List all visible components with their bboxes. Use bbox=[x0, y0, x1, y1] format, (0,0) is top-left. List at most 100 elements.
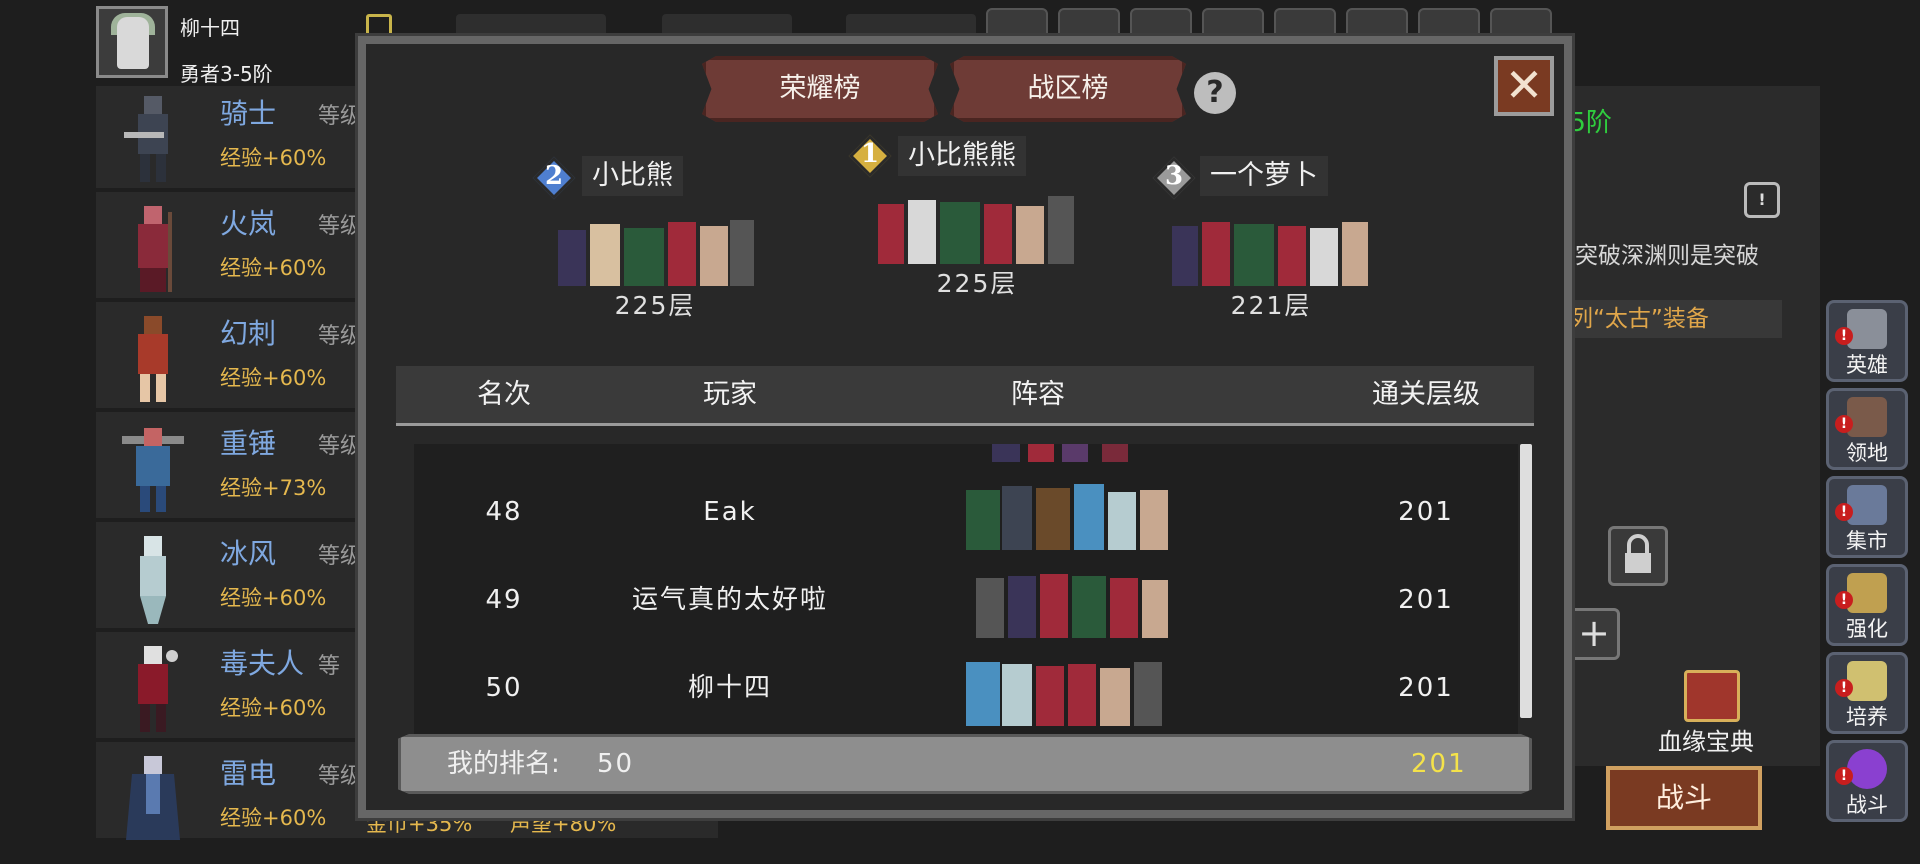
alert-badge: ! bbox=[1835, 679, 1853, 697]
side-menu-battle[interactable]: ! 战斗 bbox=[1826, 740, 1908, 822]
helmet-icon bbox=[1847, 309, 1887, 349]
row-rank: 48 bbox=[485, 497, 523, 527]
alert-badge: ! bbox=[1835, 767, 1853, 785]
side-menu-enhance[interactable]: ! 强化 bbox=[1826, 564, 1908, 646]
tab-glory-board[interactable]: 荣耀榜 bbox=[702, 56, 938, 122]
hero-exp-bonus: 经验+60% bbox=[220, 696, 327, 720]
bloodline-tome-icon[interactable] bbox=[1684, 670, 1740, 722]
side-menu-cultivate[interactable]: ! 培养 bbox=[1826, 652, 1908, 734]
hero-name: 火岚 bbox=[220, 207, 277, 240]
podium-floor: 221层 bbox=[1230, 291, 1312, 320]
hero-level-label: 等级 bbox=[318, 544, 363, 569]
alert-badge: ! bbox=[1835, 327, 1853, 345]
table-row[interactable]: 48 Eak 201 bbox=[414, 468, 1518, 556]
huolan-sprite-icon bbox=[138, 206, 172, 292]
help-icon[interactable]: ? bbox=[1194, 72, 1236, 114]
medal-silver-icon: 2 bbox=[532, 156, 576, 200]
lock-icon bbox=[1625, 534, 1651, 573]
table-row[interactable]: 49 运气真的太好啦 201 bbox=[414, 556, 1518, 644]
row-rank: 49 bbox=[485, 585, 523, 615]
tab-zone-board[interactable]: 战区榜 bbox=[950, 56, 1186, 122]
medal-bronze-icon: 3 bbox=[1152, 156, 1196, 200]
side-menu-label: 战斗 bbox=[1846, 793, 1888, 817]
knight-sprite-icon bbox=[124, 96, 168, 182]
side-menu-label: 领地 bbox=[1846, 441, 1888, 465]
podium-floor: 225层 bbox=[614, 291, 696, 320]
podium-floor: 225层 bbox=[936, 269, 1018, 298]
add-button[interactable]: + bbox=[1568, 608, 1620, 660]
hero-exp-bonus: 经验+60% bbox=[220, 806, 327, 830]
table-row[interactable] bbox=[414, 444, 1518, 468]
close-button[interactable]: ✕ bbox=[1494, 56, 1554, 116]
hero-exp-bonus: 经验+60% bbox=[220, 146, 327, 170]
column-rank: 名次 bbox=[477, 379, 531, 410]
podium-player-name: 小比熊 bbox=[582, 156, 683, 196]
row-player: 柳十四 bbox=[687, 673, 772, 703]
hero-name: 骑士 bbox=[220, 97, 277, 130]
alert-badge: ! bbox=[1835, 503, 1853, 521]
table-row[interactable]: 50 柳十四 201 bbox=[414, 644, 1518, 732]
row-floor: 201 bbox=[1398, 497, 1454, 527]
my-rank-bar: 我的排名: 50 201 bbox=[398, 734, 1532, 794]
row-floor: 201 bbox=[1398, 585, 1454, 615]
hero-level-label: 等级 bbox=[318, 324, 363, 349]
dufuren-sprite-icon bbox=[138, 646, 178, 732]
fight-button[interactable]: 战斗 bbox=[1606, 766, 1762, 830]
lineup-sprites bbox=[966, 662, 1162, 726]
my-rank-label: 我的排名: bbox=[447, 749, 560, 779]
lineup-sprites bbox=[966, 484, 1168, 550]
hero-level-label: 等级 bbox=[318, 214, 363, 239]
hero-exp-bonus: 经验+60% bbox=[220, 586, 327, 610]
chalice-icon bbox=[1847, 661, 1887, 701]
podium-place: 2 bbox=[544, 161, 564, 191]
side-menu-label: 英雄 bbox=[1846, 353, 1888, 377]
row-floor: 201 bbox=[1398, 673, 1454, 703]
my-rank-floor: 201 bbox=[1411, 749, 1467, 779]
medal-gold-icon: 1 bbox=[848, 134, 892, 178]
alert-badge: ! bbox=[1835, 591, 1853, 609]
column-player: 玩家 bbox=[703, 379, 757, 410]
leaderboard-table-header: 名次 玩家 阵容 通关层级 bbox=[396, 366, 1534, 426]
zhongchui-sprite-icon bbox=[122, 428, 184, 512]
huanci-sprite-icon bbox=[138, 316, 168, 402]
alert-badge: ! bbox=[1835, 415, 1853, 433]
side-menu-market[interactable]: ! 集市 bbox=[1826, 476, 1908, 558]
hero-level-label: 等 bbox=[318, 654, 341, 679]
hero-exp-bonus: 经验+73% bbox=[220, 476, 327, 500]
hero-exp-bonus: 经验+60% bbox=[220, 366, 327, 390]
podium-team-lineup bbox=[1172, 222, 1368, 286]
info-button[interactable]: ! bbox=[1744, 182, 1780, 218]
portal-icon bbox=[1847, 749, 1887, 789]
market-icon bbox=[1847, 485, 1887, 525]
column-floor: 通关层级 bbox=[1372, 379, 1480, 410]
leaderboard-table-body[interactable]: 48 Eak 201 49 运气真的太好啦 201 50 柳十四 201 bbox=[414, 444, 1518, 734]
podium-team-lineup bbox=[878, 196, 1074, 264]
hero-name: 毒夫人 bbox=[220, 647, 305, 680]
side-menu-label: 培养 bbox=[1846, 705, 1888, 729]
hero-name: 幻刺 bbox=[220, 317, 277, 350]
lock-button[interactable] bbox=[1608, 526, 1668, 586]
row-rank: 50 bbox=[485, 673, 523, 703]
hero-level-label: 等级 bbox=[318, 104, 363, 129]
podium-place: 3 bbox=[1164, 161, 1184, 191]
enhance-icon bbox=[1847, 573, 1887, 613]
lineup-sprites bbox=[976, 574, 1168, 638]
stage-description: 突破深渊则是突破 bbox=[1575, 243, 1759, 269]
player-name: 柳十四 bbox=[180, 16, 240, 40]
equip-hint: 列“太古”装备 bbox=[1560, 300, 1782, 338]
side-menu-territory[interactable]: ! 领地 bbox=[1826, 388, 1908, 470]
table-scrollbar[interactable] bbox=[1520, 444, 1532, 718]
avatar-face bbox=[117, 17, 149, 69]
row-player: Eak bbox=[703, 497, 757, 527]
bingfeng-sprite-icon bbox=[140, 536, 166, 624]
hero-name: 冰风 bbox=[220, 537, 277, 570]
row-player: 运气真的太好啦 bbox=[631, 585, 828, 615]
castle-icon bbox=[1847, 397, 1887, 437]
player-avatar[interactable] bbox=[96, 6, 168, 78]
leidian-sprite-icon bbox=[126, 756, 180, 840]
lineup-sprites bbox=[992, 444, 1128, 462]
bloodline-tome-label: 血缘宝典 bbox=[1658, 728, 1754, 756]
hero-name: 雷电 bbox=[220, 757, 277, 790]
side-menu-heroes[interactable]: ! 英雄 bbox=[1826, 300, 1908, 382]
hero-exp-bonus: 经验+60% bbox=[220, 256, 327, 280]
